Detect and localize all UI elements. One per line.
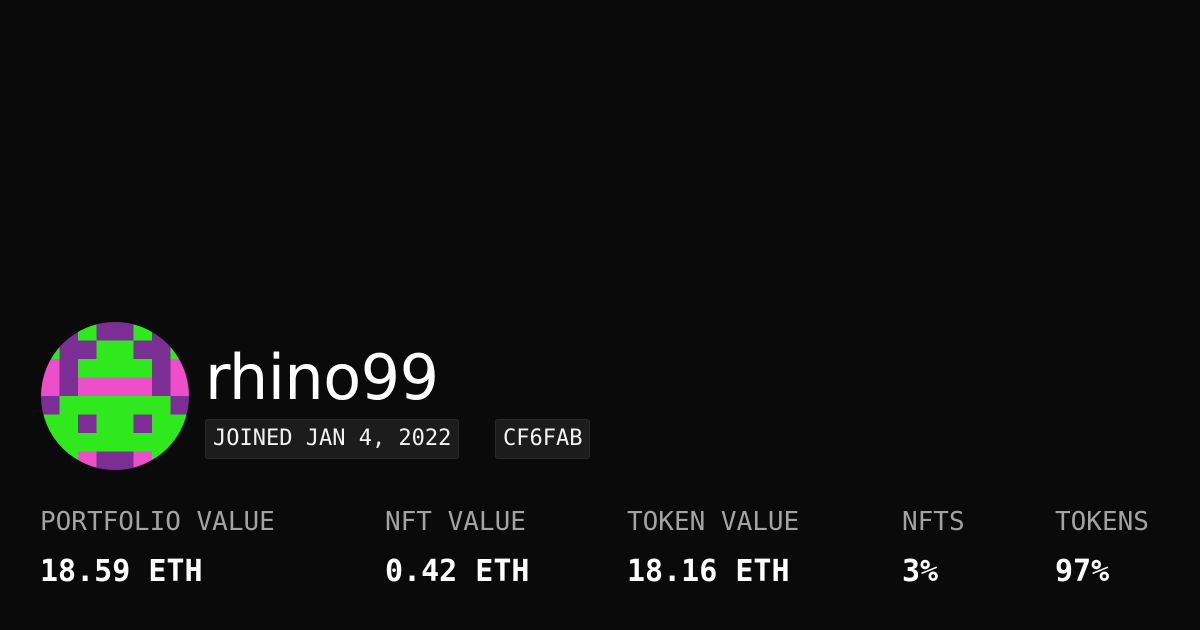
nfts-share-label: NFTS [902, 507, 965, 537]
address-id-badge: CF6FAB [495, 419, 591, 459]
joined-date-badge: JOINED JAN 4, 2022 [205, 419, 460, 459]
portfolio-value-label: PORTFOLIO VALUE [40, 507, 275, 537]
nft-value-label: NFT VALUE [385, 507, 526, 537]
token-value-label: TOKEN VALUE [627, 507, 800, 537]
nfts-share-value: 3% [902, 554, 939, 589]
username: rhino99 [205, 341, 439, 414]
tokens-share-value: 97% [1055, 554, 1110, 589]
pixel-avatar-icon [41, 322, 189, 470]
avatar [41, 322, 189, 470]
tokens-share-label: TOKENS [1055, 507, 1149, 537]
portfolio-value: 18.59 ETH [40, 554, 203, 589]
nft-value: 0.42 ETH [385, 554, 530, 589]
token-value: 18.16 ETH [627, 554, 790, 589]
